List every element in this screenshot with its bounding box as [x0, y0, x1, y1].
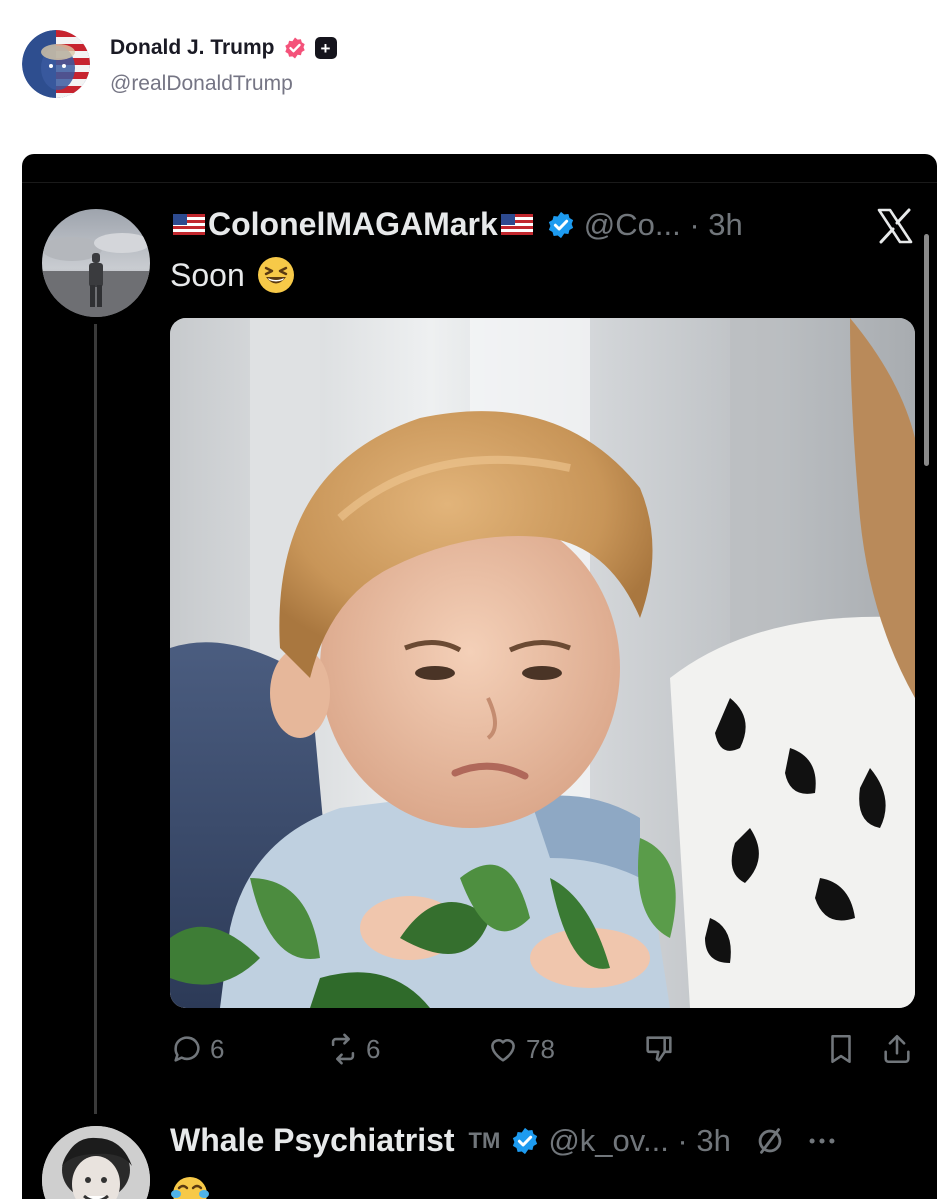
reply-icon	[174, 1036, 200, 1062]
embedded-post-screenshot[interactable]: ColonelMAGAMark @Co... · 3h Soon 6 6 78 …	[22, 154, 937, 1199]
author-handle-time: @Co... · 3h	[583, 206, 743, 242]
post-header: ColonelMAGAMark @Co... · 3h	[170, 206, 743, 243]
us-flag-icon	[173, 214, 205, 235]
author-name: ColonelMAGAMark	[208, 206, 498, 242]
thread-line	[94, 324, 97, 1114]
avatar-whale	[42, 1126, 150, 1199]
author-handle-time: @k_ov... · 3h	[548, 1122, 731, 1158]
verified-icon	[548, 211, 573, 238]
divider	[22, 182, 937, 183]
profile-header: Donald J. Trump + @realDonaldTrump	[0, 0, 950, 150]
like-count: 78	[526, 1033, 555, 1064]
share-button[interactable]	[880, 1032, 914, 1066]
post-text: Soon	[170, 256, 295, 294]
mute-icon	[758, 1127, 782, 1154]
heart-icon	[491, 1039, 515, 1062]
verified-pink-icon	[284, 37, 305, 59]
post-photo[interactable]	[170, 318, 915, 1008]
post-text	[170, 1172, 210, 1199]
repost-button[interactable]: 6	[326, 1032, 380, 1066]
post-header: Whale Psychiatrist TM @k_ov... · 3h	[170, 1122, 839, 1159]
grinning-squinting-face-icon	[257, 257, 294, 293]
like-button[interactable]: 78	[486, 1032, 555, 1066]
repost-count: 6	[366, 1033, 381, 1064]
display-name[interactable]: Donald J. Trump	[110, 36, 275, 60]
name-row: Donald J. Trump +	[110, 36, 337, 60]
reply-button[interactable]: 6	[170, 1032, 224, 1066]
verified-icon	[513, 1127, 538, 1154]
bookmark-button[interactable]	[824, 1032, 858, 1066]
trademark-label: TM	[468, 1127, 501, 1153]
share-icon	[884, 1034, 910, 1064]
dislike-button[interactable]	[642, 1032, 676, 1066]
plus-icon: +	[314, 37, 337, 59]
avatar-colonel	[42, 209, 150, 317]
post-text-content: Soon	[170, 256, 245, 293]
more-icon[interactable]	[805, 1124, 839, 1158]
avatar[interactable]	[22, 30, 90, 98]
reply-count: 6	[210, 1033, 225, 1064]
x-logo-icon	[877, 208, 913, 244]
us-flag-icon	[500, 214, 533, 235]
scrollbar	[924, 234, 929, 466]
user-handle[interactable]: @realDonaldTrump	[110, 72, 293, 96]
action-bar: 6 6 78	[170, 1032, 915, 1072]
tears-of-joy-face-icon	[171, 1177, 209, 1199]
bookmark-icon	[831, 1034, 851, 1064]
thumbs-down-icon	[646, 1036, 672, 1062]
author-name: Whale Psychiatrist	[170, 1122, 455, 1158]
repost-icon	[331, 1033, 355, 1065]
